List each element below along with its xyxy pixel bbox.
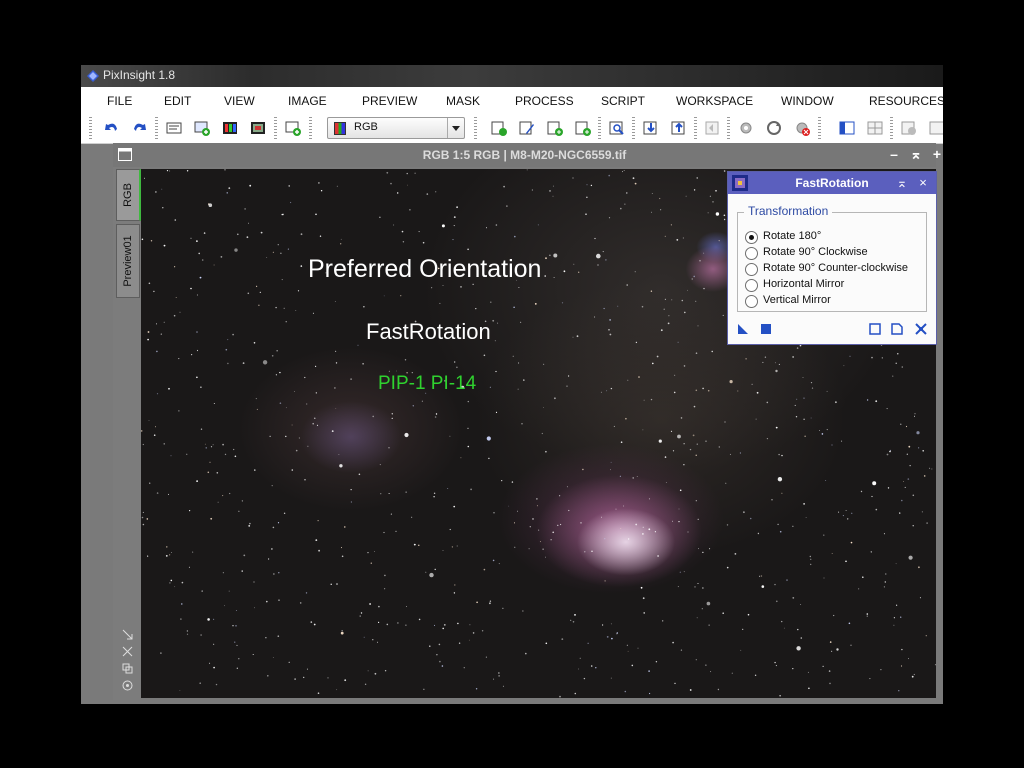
new-instance-icon[interactable] [736, 322, 750, 336]
overlay-tag: PIP-1 PI-14 [378, 373, 477, 394]
minimize-icon[interactable]: ⌅ [907, 145, 925, 163]
cancel-process-icon[interactable] [793, 119, 811, 137]
main-toolbar: RGB [81, 113, 943, 144]
rgb-swatch-icon [334, 122, 346, 135]
mask-icon[interactable] [900, 119, 918, 137]
mask-toggle-icon[interactable] [928, 119, 943, 137]
toolbar-separator [155, 117, 158, 139]
menu-file[interactable]: FILE [107, 94, 132, 108]
menu-window[interactable]: WINDOW [781, 94, 834, 108]
overlay-subtitle: FastRotation [366, 319, 491, 344]
app-titlebar: PixInsight 1.8 [81, 65, 943, 87]
view-selector-dropdown[interactable]: RGB [327, 117, 465, 139]
close-icon[interactable]: × [915, 175, 931, 191]
view-selector-value: RGB [354, 121, 378, 133]
overlay-title: Preferred Orientation [308, 255, 542, 283]
new-process-icon[interactable] [490, 119, 508, 137]
redo-icon[interactable] [130, 119, 148, 137]
radio-button[interactable] [745, 247, 758, 260]
tile-windows-icon[interactable] [866, 119, 884, 137]
menu-view[interactable]: VIEW [224, 94, 255, 108]
toolbar-separator [890, 117, 893, 139]
toolbar-separator [818, 117, 821, 139]
toolbar-separator [274, 117, 277, 139]
edit-process-icon[interactable] [518, 119, 536, 137]
settings-icon[interactable] [737, 119, 755, 137]
browse-doc-icon[interactable] [890, 322, 904, 336]
new-image-icon[interactable] [193, 119, 211, 137]
shade-icon[interactable]: ⌅ [894, 175, 910, 191]
image-window-title: RGB 1:5 RGB | M8-M20-NGC6559.tif [422, 148, 627, 162]
menu-image[interactable]: IMAGE [288, 94, 327, 108]
radio-button[interactable] [745, 231, 758, 244]
tab-preview01[interactable]: Preview01 [116, 224, 140, 298]
maximize-icon[interactable]: + [928, 145, 943, 163]
window-menu-icon[interactable] [118, 148, 132, 161]
image-window-titlebar[interactable]: RGB 1:5 RGB | M8-M20-NGC6559.tif – ⌅ + × [113, 143, 941, 167]
menu-workspace[interactable]: WORKSPACE [676, 94, 753, 108]
apply-icon[interactable] [868, 322, 882, 336]
add-process-icon[interactable] [546, 119, 564, 137]
tab-rgb[interactable]: RGB [116, 169, 141, 221]
radio-button[interactable] [745, 263, 758, 276]
menu-edit[interactable]: EDIT [164, 94, 191, 108]
undo-icon[interactable] [103, 119, 121, 137]
app-title: PixInsight 1.8 [103, 68, 176, 82]
pixinsight-window: PixInsight 1.8 FILE EDIT VIEW IMAGE PREV… [81, 65, 943, 704]
toolbar-separator [632, 117, 635, 139]
zoom-fit-icon[interactable] [122, 646, 133, 657]
menu-process[interactable]: PROCESS [515, 94, 574, 108]
workspace-icon[interactable] [838, 119, 856, 137]
history-icon[interactable] [704, 119, 722, 137]
shade-icon[interactable]: – [885, 145, 903, 163]
menu-bar: FILE EDIT VIEW IMAGE PREVIEW MASK PROCES… [81, 87, 943, 113]
toolbar-handle[interactable] [89, 117, 92, 139]
toolbar-separator [727, 117, 730, 139]
explore-icon[interactable] [608, 119, 626, 137]
reset-icon[interactable] [765, 119, 783, 137]
rgb-display-icon[interactable] [249, 119, 267, 137]
add-instance-icon[interactable] [574, 119, 592, 137]
menu-mask[interactable]: MASK [446, 94, 480, 108]
reset-icon[interactable] [914, 322, 928, 336]
menu-script[interactable]: SCRIPT [601, 94, 645, 108]
new-preview-icon[interactable] [284, 119, 302, 137]
radio-button[interactable] [745, 295, 758, 308]
image-window-side-panel: RGB Preview01 [113, 167, 141, 700]
menu-preview[interactable]: PREVIEW [362, 94, 417, 108]
dialog-titlebar[interactable]: FastRotation ⌅ × [728, 172, 936, 194]
fastrotation-dialog: FastRotation ⌅ × Transformation Rotate 1… [727, 171, 937, 345]
pixinsight-logo-icon [87, 70, 99, 82]
apply-global-icon[interactable] [759, 322, 773, 336]
import-icon[interactable] [642, 119, 660, 137]
expand-arrow-icon[interactable] [122, 629, 133, 640]
menu-resources[interactable]: RESOURCES [869, 94, 943, 108]
radio-button[interactable] [745, 279, 758, 292]
copy-view-icon[interactable] [122, 663, 133, 674]
toolbar-separator [474, 117, 477, 139]
chevron-down-icon[interactable] [447, 118, 464, 138]
image-properties-icon[interactable] [165, 119, 183, 137]
toolbar-separator [598, 117, 601, 139]
toolbar-separator [694, 117, 697, 139]
toolbar-separator [309, 117, 312, 139]
group-title: Transformation [744, 204, 833, 218]
export-icon[interactable] [670, 119, 688, 137]
channel-display-icon[interactable] [221, 119, 239, 137]
target-icon[interactable] [122, 680, 133, 691]
